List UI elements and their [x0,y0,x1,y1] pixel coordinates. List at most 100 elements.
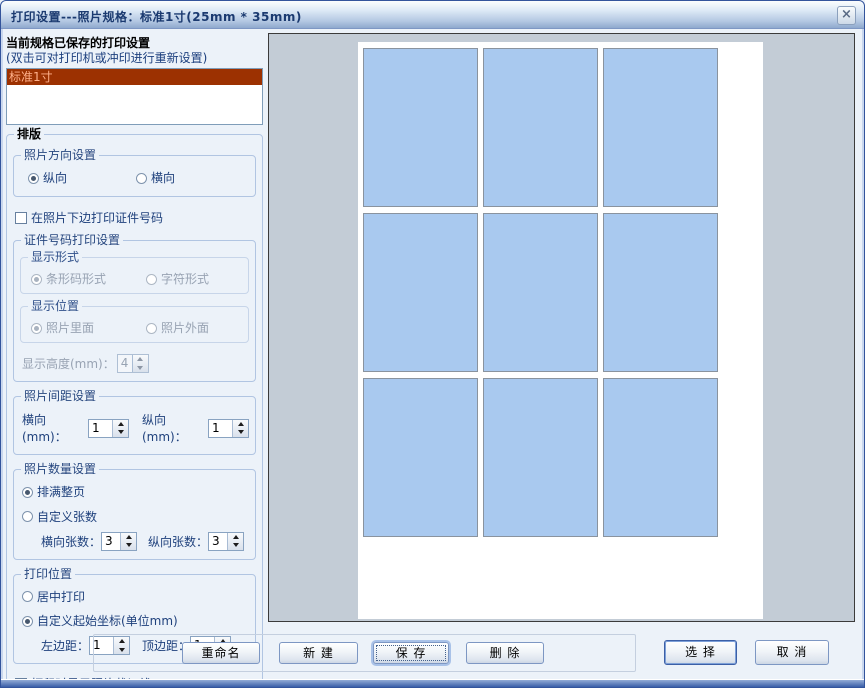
id-print-settings-group: 证件号码打印设置 显示形式 条形码形式 字符形式 [13,240,256,382]
h-count-spinner[interactable]: 3 [101,532,137,551]
spin-up-icon[interactable] [228,533,243,542]
h-count-value[interactable]: 3 [102,533,120,550]
radio-custom-count[interactable]: 自定义张数 [22,509,249,525]
radio-circle-icon [22,591,33,602]
radio-landscape[interactable]: 横向 [136,170,175,186]
list-item[interactable]: 标准1寸 [7,69,262,85]
photo-placeholder [363,213,478,372]
v-count-spinner[interactable]: 3 [208,532,244,551]
v-count-value[interactable]: 3 [209,533,227,550]
radio-custom-origin-label: 自定义起始坐标(单位mm) [37,613,178,629]
spin-down-icon[interactable] [228,541,243,550]
saved-settings-subheading: (双击可对打印机或冲印进行重新设置) [6,51,263,66]
v-count-label: 纵向张数： [148,533,208,550]
radio-fill-page-label: 排满整页 [37,484,85,500]
radio-outside-photo-label: 照片外面 [161,320,209,336]
orientation-group: 照片方向设置 纵向 横向 [13,155,256,197]
photo-spacing-group: 照片间距设置 横向(mm)： 1 纵向(mm)： 1 [13,396,256,455]
select-button[interactable]: 选 择 [664,640,737,665]
radio-custom-count-label: 自定义张数 [37,509,97,525]
radio-center-print-label: 居中打印 [37,589,85,605]
photo-spacing-title: 照片间距设置 [21,389,99,404]
radio-barcode-form: 条形码形式 [31,271,106,287]
radio-outside-photo: 照片外面 [146,320,209,336]
delete-button[interactable]: 删 除 [466,642,544,664]
radio-character-form-label: 字符形式 [161,271,209,287]
spin-up-icon[interactable] [121,533,136,542]
photo-placeholder [483,213,598,372]
photo-placeholder [603,48,718,207]
spin-up-icon[interactable] [113,420,128,429]
radio-custom-origin[interactable]: 自定义起始坐标(单位mm) [22,613,249,629]
display-height-value: 4 [118,355,132,372]
spacing-vertical-label: 纵向(mm)： [142,411,208,445]
photo-quantity-title: 照片数量设置 [21,462,99,477]
left-margin-label: 左边距： [41,637,89,654]
radio-center-print[interactable]: 居中打印 [22,589,85,605]
radio-inside-photo-label: 照片里面 [46,320,94,336]
radio-circle-icon [22,616,33,627]
spin-up-icon [133,355,148,364]
orientation-group-title: 照片方向设置 [21,148,99,163]
radio-circle-icon [136,173,147,184]
print-id-checkbox[interactable]: 在照片下边打印证件号码 [15,210,256,226]
display-height-spinner: 4 [117,354,149,373]
radio-circle-icon [22,487,33,498]
spacing-vertical-spinner[interactable]: 1 [208,419,249,438]
display-form-group: 显示形式 条形码形式 字符形式 [20,257,249,294]
display-position-group: 显示位置 照片里面 照片外面 [20,306,249,343]
layout-group-title: 排版 [14,127,44,142]
spacing-horizontal-label: 横向(mm)： [22,411,88,445]
photo-placeholder [483,48,598,207]
radio-inside-photo: 照片里面 [31,320,94,336]
photo-quantity-group: 照片数量设置 排满整页 自定义张数 横向张数： 3 [13,469,256,560]
new-button[interactable]: 新 建 [279,642,358,664]
radio-circle-icon [28,173,39,184]
photo-placeholder [363,48,478,207]
display-height-label: 显示高度(mm)： [22,355,115,372]
settings-buttons-group: 重命名 新 建 保 存 删 除 [93,634,636,672]
saved-settings-listbox[interactable]: 标准1寸 [6,68,263,125]
close-button[interactable]: × [837,6,856,25]
spin-down-icon[interactable] [113,428,128,437]
radio-circle-icon [22,511,33,522]
radio-portrait-label: 纵向 [43,170,67,186]
checkbox-icon [15,212,27,224]
h-count-label: 横向张数： [41,533,101,550]
settings-panel: 当前规格已保存的打印设置 (双击可对打印机或冲印进行重新设置) 标准1寸 排版 … [6,35,263,688]
close-icon: × [841,7,852,22]
spin-down-icon[interactable] [233,428,248,437]
spacing-horizontal-value[interactable]: 1 [89,420,112,437]
window-title: 打印设置---照片规格：标准1寸(25mm * 35mm) [11,8,302,25]
radio-circle-icon [31,274,42,285]
radio-circle-icon [146,323,157,334]
spin-up-icon[interactable] [233,420,248,429]
radio-character-form: 字符形式 [146,271,209,287]
radio-circle-icon [31,323,42,334]
spacing-vertical-value[interactable]: 1 [209,420,232,437]
radio-landscape-label: 横向 [151,170,175,186]
spin-down-icon [133,364,148,373]
saved-settings-heading: 当前规格已保存的打印设置 [6,35,263,51]
rename-button[interactable]: 重命名 [182,642,260,664]
radio-barcode-form-label: 条形码形式 [46,271,106,287]
photo-placeholder [603,213,718,372]
save-button[interactable]: 保 存 [373,642,449,664]
layout-group: 排版 照片方向设置 纵向 横向 在照片下边打印证件号 [6,134,263,688]
photo-placeholder [483,378,598,537]
photo-placeholder [603,378,718,537]
display-position-title: 显示位置 [28,299,82,314]
print-position-title: 打印位置 [21,567,75,582]
spacing-horizontal-spinner[interactable]: 1 [88,419,129,438]
spin-down-icon[interactable] [121,541,136,550]
radio-circle-icon [146,274,157,285]
radio-portrait[interactable]: 纵向 [28,170,67,186]
window-bottom-edge [1,679,864,687]
print-id-checkbox-label: 在照片下边打印证件号码 [31,210,163,226]
id-print-settings-title: 证件号码打印设置 [21,233,123,248]
radio-fill-page[interactable]: 排满整页 [22,484,85,500]
preview-page [358,42,763,619]
display-form-title: 显示形式 [28,250,82,265]
cancel-button[interactable]: 取 消 [755,640,829,665]
print-settings-dialog: 打印设置---照片规格：标准1寸(25mm * 35mm) × 当前规格已保存的… [0,0,865,688]
